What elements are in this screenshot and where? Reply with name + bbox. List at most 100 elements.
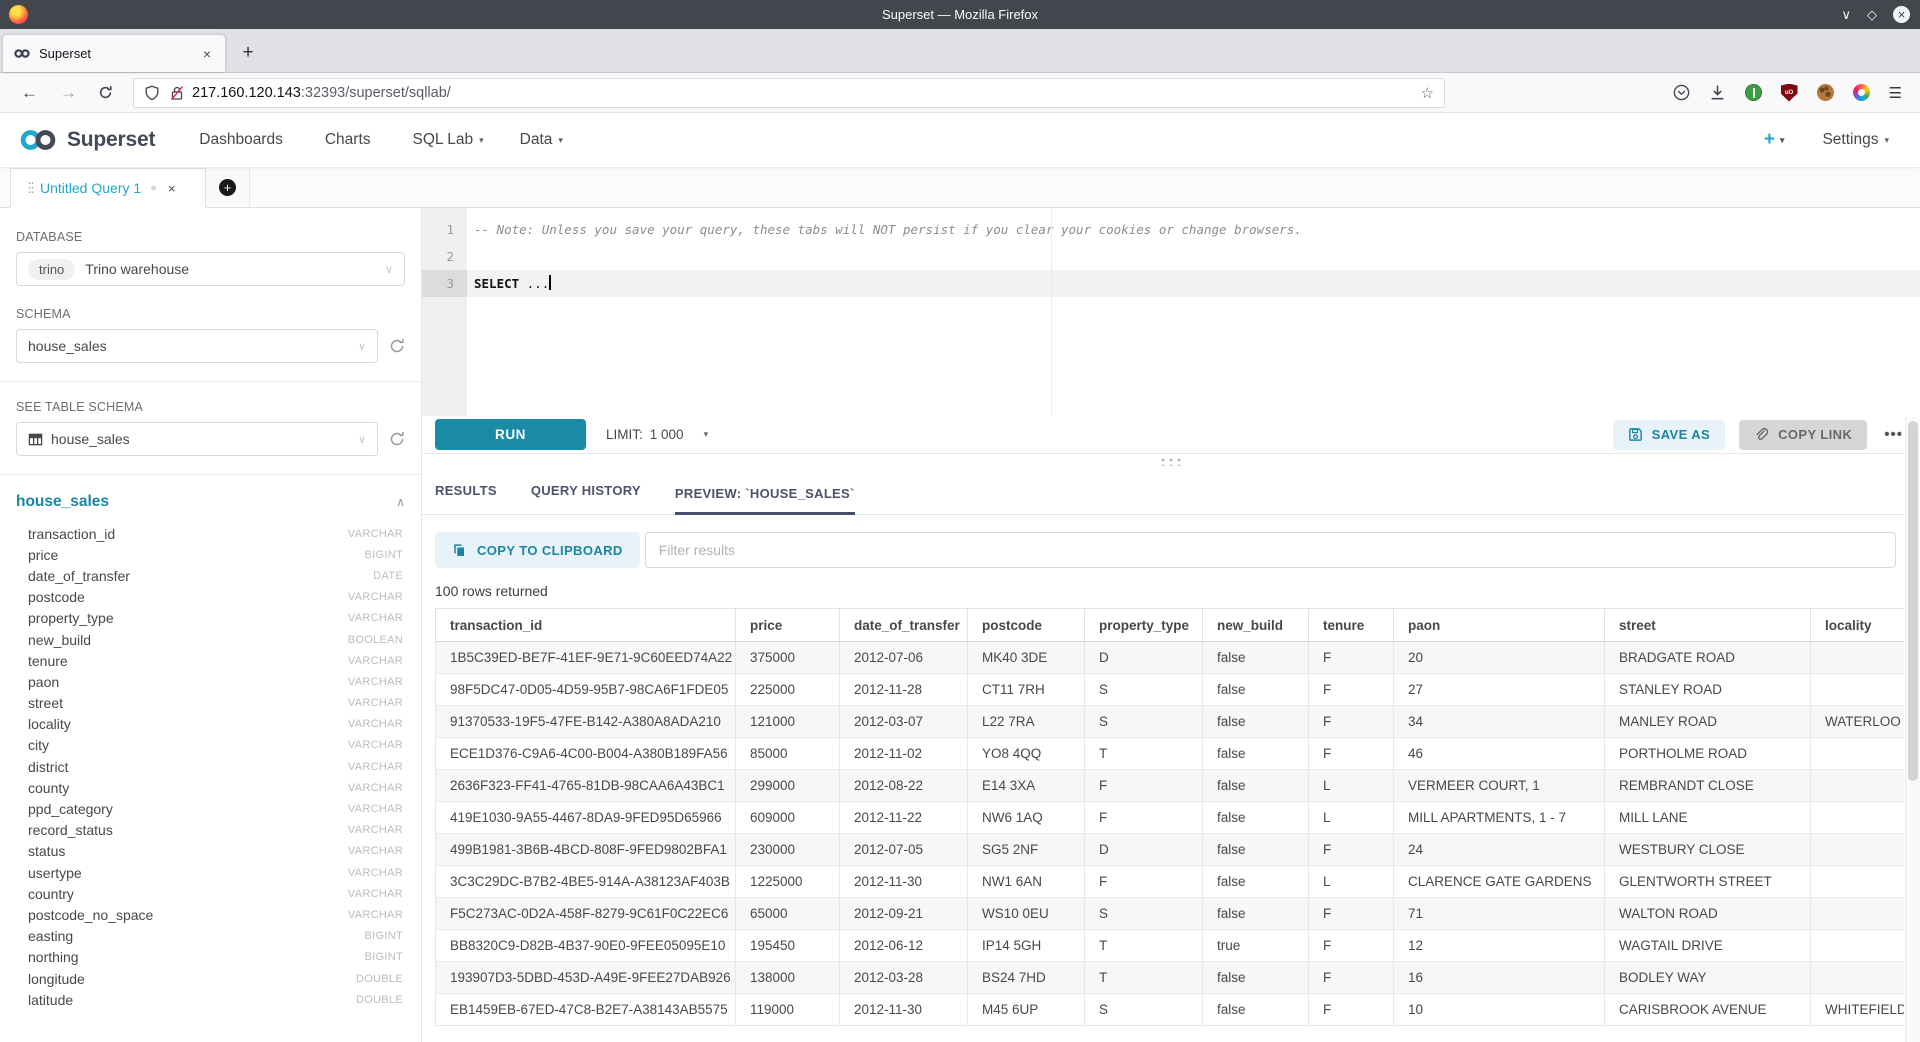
schema-column-row[interactable]: property_type VARCHAR (16, 608, 405, 629)
bookmark-star-icon[interactable]: ☆ (1421, 84, 1434, 102)
schema-column-row[interactable]: ppd_category VARCHAR (16, 798, 405, 819)
table-cell: D (1085, 642, 1203, 674)
ublock-shield-icon[interactable]: uO (1781, 84, 1798, 102)
url-bar[interactable]: 217.160.120.143:32393/superset/sqllab/ ☆ (133, 78, 1445, 108)
table-cell: false (1203, 738, 1309, 770)
schema-column-row[interactable]: price BIGINT (16, 544, 405, 565)
table-header-cell[interactable]: new_build (1203, 609, 1309, 642)
schema-column-row[interactable]: record_status VARCHAR (16, 820, 405, 841)
table-cell: 71 (1394, 898, 1605, 930)
nav-item-charts[interactable]: Charts (325, 131, 377, 149)
column-name: postcode (28, 589, 85, 605)
tab-results[interactable]: RESULTS (435, 483, 497, 515)
schema-column-row[interactable]: postcode_no_space VARCHAR (16, 904, 405, 925)
table-cell: PORTHOLME ROAD (1605, 738, 1811, 770)
schema-column-row[interactable]: tenure VARCHAR (16, 650, 405, 671)
table-header-cell[interactable]: postcode (968, 609, 1085, 642)
nav-item-data[interactable]: Data▾ (520, 131, 563, 149)
close-query-tab-icon[interactable]: × (168, 181, 176, 196)
scrollbar[interactable] (1905, 417, 1920, 1042)
pane-splitter[interactable] (422, 454, 1920, 470)
more-options-button[interactable]: ••• (1881, 426, 1906, 443)
nav-item-sql-lab[interactable]: SQL Lab▾ (413, 131, 484, 149)
table-cell: 2012-11-30 (840, 994, 968, 1026)
menu-hamburger-icon[interactable]: ☰ (1889, 84, 1902, 102)
table-header-cell[interactable]: tenure (1309, 609, 1394, 642)
colorful-extension-icon[interactable] (1853, 84, 1870, 101)
refresh-schemas-button[interactable] (389, 338, 405, 354)
schema-column-row[interactable]: latitude DOUBLE (16, 989, 405, 1010)
column-type: DATE (373, 570, 403, 582)
schema-column-row[interactable]: district VARCHAR (16, 756, 405, 777)
back-button[interactable]: ← (10, 83, 49, 103)
drag-grip-icon[interactable]: ⋮ (23, 180, 31, 196)
table-row: 3C3C29DC-B7B2-4BE5-914A-A38123AF403B1225… (436, 866, 1905, 898)
tab-query-history[interactable]: QUERY HISTORY (531, 483, 641, 515)
minimize-button[interactable]: ∨ (1841, 8, 1851, 21)
chevron-up-icon[interactable]: ∧ (396, 495, 405, 509)
refresh-tables-button[interactable] (389, 431, 405, 447)
maximize-button[interactable]: ◇ (1867, 8, 1877, 21)
new-tab-button[interactable]: + (233, 38, 263, 68)
table-row: 98F5DC47-0D05-4D59-95B7-98CA6F1FDE052250… (436, 674, 1905, 706)
results-controls: COPY TO CLIPBOARD (435, 532, 1896, 568)
table-header-cell[interactable]: property_type (1085, 609, 1203, 642)
schema-column-row[interactable]: paon VARCHAR (16, 671, 405, 692)
url-toolbar: ← → 217.160.120.143:32393/superset/sqlla… (0, 73, 1920, 113)
close-window-button[interactable]: × (1893, 6, 1910, 23)
filter-results-input[interactable] (645, 532, 1896, 568)
table-header-cell[interactable]: date_of_transfer (840, 609, 968, 642)
schema-column-row[interactable]: easting BIGINT (16, 926, 405, 947)
schema-column-row[interactable]: new_build BOOLEAN (16, 629, 405, 650)
copy-link-button[interactable]: COPY LINK (1739, 420, 1867, 450)
table-cell: F (1309, 962, 1394, 994)
schema-column-row[interactable]: street VARCHAR (16, 693, 405, 714)
table-header-cell[interactable]: transaction_id (436, 609, 736, 642)
reload-button[interactable] (88, 85, 123, 100)
downloads-icon[interactable] (1709, 84, 1726, 101)
pocket-icon[interactable] (1673, 84, 1690, 101)
forward-button[interactable]: → (49, 83, 88, 103)
extension-green-icon[interactable] (1745, 84, 1762, 101)
table-header-cell[interactable]: street (1605, 609, 1811, 642)
schema-column-row[interactable]: status VARCHAR (16, 841, 405, 862)
table-schema-header[interactable]: house_sales ∧ (16, 493, 405, 511)
nav-item-dashboards[interactable]: Dashboards (199, 131, 289, 149)
settings-menu-button[interactable]: Settings▾ (1822, 131, 1889, 149)
table-schema-select[interactable]: house_sales ∨ (16, 422, 378, 456)
schema-column-row[interactable]: northing BIGINT (16, 947, 405, 968)
schema-select[interactable]: house_sales ∨ (16, 329, 378, 363)
schema-column-row[interactable]: transaction_id VARCHAR (16, 523, 405, 544)
save-as-button[interactable]: SAVE AS (1613, 420, 1725, 450)
tab-preview-house-sales[interactable]: PREVIEW: `HOUSE_SALES` (675, 486, 855, 515)
database-select[interactable]: trino Trino warehouse ∨ (16, 252, 405, 286)
scrollbar-thumb[interactable] (1908, 421, 1918, 781)
schema-column-row[interactable]: locality VARCHAR (16, 714, 405, 735)
add-query-tab-button[interactable]: + (206, 168, 250, 207)
schema-column-row[interactable]: postcode VARCHAR (16, 587, 405, 608)
copy-to-clipboard-button[interactable]: COPY TO CLIPBOARD (435, 532, 640, 568)
schema-column-row[interactable]: county VARCHAR (16, 777, 405, 798)
editor-code-area[interactable]: -- Note: Unless you save your query, the… (467, 208, 1920, 416)
superset-brand[interactable]: Superset (17, 128, 155, 152)
drag-handle-icon[interactable] (1158, 457, 1184, 466)
table-row: 419E1030-9A55-4467-8DA9-9FED95D659666090… (436, 802, 1905, 834)
table-header-cell[interactable]: paon (1394, 609, 1605, 642)
browser-tab-superset[interactable]: Superset × (3, 35, 225, 72)
table-header-cell[interactable]: price (736, 609, 840, 642)
table-header-cell[interactable]: locality (1811, 609, 1905, 642)
schema-column-row[interactable]: country VARCHAR (16, 883, 405, 904)
query-tab-active[interactable]: ⋮ Untitled Query 1 ● × (10, 168, 206, 208)
url-path: :32393/superset/sqllab/ (301, 85, 451, 101)
run-button[interactable]: RUN (435, 419, 586, 450)
schema-column-row[interactable]: city VARCHAR (16, 735, 405, 756)
limit-dropdown[interactable]: LIMIT: 1 000 ▾ (606, 427, 708, 442)
tab-close-icon[interactable]: × (199, 46, 215, 62)
superset-logo-icon (17, 129, 59, 151)
schema-column-row[interactable]: longitude DOUBLE (16, 968, 405, 989)
new-menu-button[interactable]: +▾ (1764, 129, 1785, 151)
schema-column-row[interactable]: date_of_transfer DATE (16, 565, 405, 586)
sql-editor[interactable]: 1 2 3 -- Note: Unless you save your quer… (422, 208, 1920, 416)
cookie-extension-icon[interactable] (1817, 84, 1834, 101)
schema-column-row[interactable]: usertype VARCHAR (16, 862, 405, 883)
